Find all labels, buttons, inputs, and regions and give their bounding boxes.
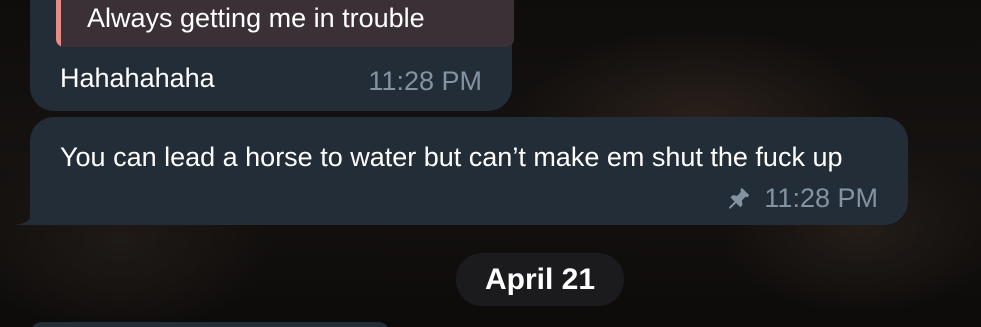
message-text: Hahahahaha: [60, 63, 215, 93]
reply-quote[interactable]: Always getting me in trouble: [56, 0, 514, 47]
next-message-bubble[interactable]: [30, 322, 390, 327]
message-text: You can lead a horse to water but can’t …: [60, 142, 843, 172]
reply-quote-text: Always getting me in trouble: [87, 3, 425, 33]
message-meta: 11:28 PM: [726, 181, 878, 215]
message-timestamp: 11:28 PM: [368, 66, 482, 96]
chat-history[interactable]: Always getting me in trouble Hahahahaha …: [0, 0, 981, 327]
date-separator: April 21: [456, 253, 624, 306]
message-bubble[interactable]: Always getting me in trouble Hahahahaha …: [30, 0, 514, 111]
reply-accent-bar: [56, 0, 61, 47]
pin-icon: [726, 185, 752, 211]
message-timestamp: 11:28 PM: [764, 182, 878, 213]
message-bubble-pinned[interactable]: You can lead a horse to water but can’t …: [16, 117, 908, 225]
